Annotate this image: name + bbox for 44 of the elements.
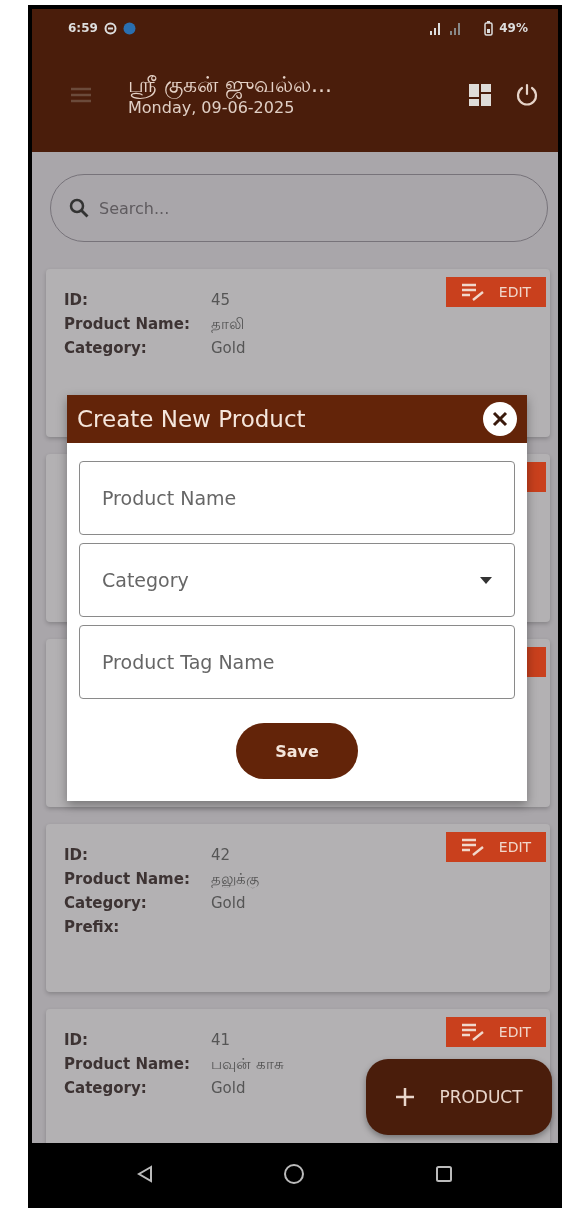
field-label: Product Name:: [64, 315, 191, 334]
battery-level: 49%: [499, 21, 528, 35]
field-label: ID:: [64, 291, 90, 310]
field-label: Prefix:: [64, 918, 121, 937]
search-icon: [68, 197, 90, 219]
field-label: ID:: [64, 846, 90, 865]
field-label: Product Name:: [64, 870, 191, 889]
input-field[interactable]: Product Tag Name: [79, 625, 515, 699]
dropdown-caret-icon: [480, 576, 492, 584]
current-date: Monday, 09-06-2025: [128, 98, 295, 118]
add-product-button[interactable]: PRODUCT: [366, 1059, 552, 1135]
home-button[interactable]: [283, 1162, 305, 1185]
input-field[interactable]: Product Name: [79, 461, 515, 535]
field-value: பவுன் காசு: [211, 1055, 284, 1074]
field-label: Product Name:: [64, 1055, 191, 1074]
edit-button[interactable]: EDIT: [446, 832, 546, 862]
field-value: தாலி: [211, 315, 244, 334]
field-value: 45: [211, 291, 231, 310]
close-icon: [492, 411, 508, 427]
field-value: 42: [211, 846, 231, 865]
recents-button[interactable]: [435, 1164, 453, 1183]
field-label: Category:: [64, 1079, 148, 1098]
field-value: 41: [211, 1031, 231, 1050]
field-value: Gold: [211, 894, 246, 913]
field-value: Gold: [211, 1079, 246, 1098]
close-button[interactable]: [483, 402, 517, 436]
edit-button[interactable]: EDIT: [446, 1017, 546, 1047]
app-notification-icon: [122, 21, 136, 35]
clock: 6:59: [68, 21, 98, 35]
status-circle-icon: [103, 21, 117, 35]
save-button[interactable]: Save: [236, 723, 358, 779]
plus-icon: [395, 1087, 416, 1107]
field-value: தலுக்கு: [211, 870, 259, 889]
search-field[interactable]: Search...: [50, 174, 548, 242]
field-label: Category:: [64, 894, 148, 913]
field-label: ID:: [64, 1031, 90, 1050]
back-button[interactable]: [137, 1164, 153, 1183]
field-value: Gold: [211, 339, 246, 358]
dialog-title: Create New Product: [77, 406, 306, 432]
edit-button[interactable]: EDIT: [446, 277, 546, 307]
battery-icon: [484, 20, 494, 36]
app-title: ஸ்ரீ குகன் ஜுவல்ல...: [128, 71, 333, 99]
field-label: Category:: [64, 339, 148, 358]
category-select[interactable]: Category: [79, 543, 515, 617]
